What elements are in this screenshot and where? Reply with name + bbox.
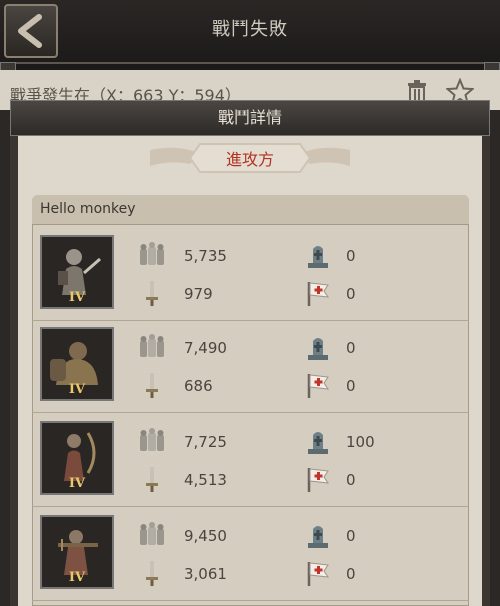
troop-portrait: IV (40, 421, 114, 495)
tombstone-icon (308, 526, 328, 548)
wounded-count: 0 (346, 471, 356, 489)
troop-row: IV 5,735 979 0 0 (32, 229, 469, 321)
attack-value: 3,061 (184, 565, 227, 583)
player-name: Hello monkey (40, 201, 136, 217)
troop-rank: IV (68, 382, 86, 397)
attacker-side-label: 進攻方 (225, 150, 274, 169)
wounded-count: 0 (346, 377, 356, 395)
troop-portrait: IV (40, 235, 114, 309)
wounded-flag-icon (307, 374, 330, 398)
troop-rank: IV (68, 570, 86, 585)
chevron-left-icon (18, 14, 42, 48)
dead-count: 0 (346, 247, 356, 265)
troops-icon (140, 242, 164, 265)
tombstone-icon (308, 338, 328, 360)
wounded-flag-icon (307, 468, 330, 492)
troop-count: 7,725 (184, 433, 227, 451)
wounded-flag-icon (307, 282, 330, 306)
back-button[interactable] (4, 4, 58, 58)
tombstone-icon (308, 246, 328, 268)
dead-count: 100 (346, 433, 375, 451)
frame-border-right (490, 110, 500, 606)
dead-count: 0 (346, 527, 356, 545)
troops-icon (140, 334, 164, 357)
attack-value: 4,513 (184, 471, 227, 489)
troop-count: 7,490 (184, 339, 227, 357)
troop-portrait: IV (40, 515, 114, 589)
dialog-title: 戰鬥詳情 (217, 108, 282, 127)
troop-rank: IV (68, 476, 86, 491)
page-title: 戰鬥失敗 (212, 19, 288, 40)
sword-icon (146, 281, 158, 306)
troop-row: IV 9,450 3,061 0 0 (32, 509, 469, 601)
troop-portrait: IV (40, 327, 114, 401)
troops-icon (140, 522, 164, 545)
wounded-count: 0 (346, 565, 356, 583)
attack-value: 686 (184, 377, 213, 395)
dead-count: 0 (346, 339, 356, 357)
wounded-flag-icon (307, 562, 330, 586)
troop-count: 9,450 (184, 527, 227, 545)
troops-icon (140, 428, 164, 451)
sword-icon (146, 467, 158, 492)
troop-row: IV 7,725 4,513 100 0 (32, 415, 469, 507)
sword-icon (146, 561, 158, 586)
troop-row: IV 7,490 686 0 0 (32, 321, 469, 413)
troop-count: 5,735 (184, 247, 227, 265)
frame-border-left (0, 110, 10, 606)
sword-icon (146, 373, 158, 398)
tombstone-icon (308, 432, 328, 454)
troop-rank: IV (68, 290, 86, 305)
wounded-count: 0 (346, 285, 356, 303)
attack-value: 979 (184, 285, 213, 303)
